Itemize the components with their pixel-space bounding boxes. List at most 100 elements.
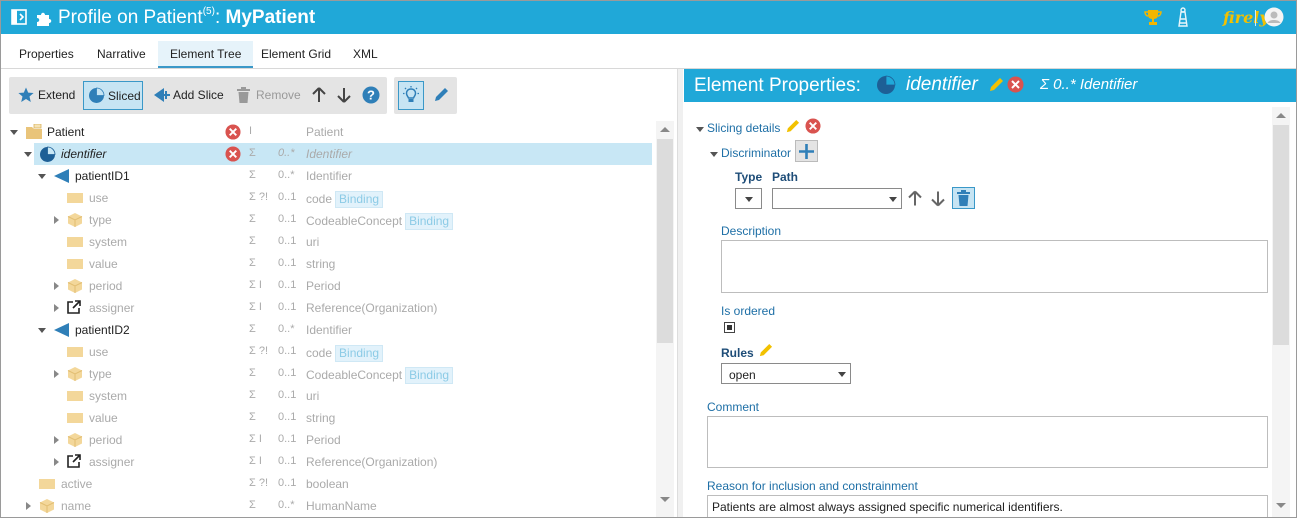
pencil-icon[interactable] (758, 343, 773, 358)
binding-badge[interactable]: Binding (335, 191, 384, 208)
tree-row-cardinality: 0..1 (278, 433, 297, 445)
pane-splitter[interactable] (677, 69, 683, 517)
add-discriminator-button[interactable] (795, 140, 818, 162)
tree-row[interactable]: patientID1 Σ 0..* Identifier (1, 165, 653, 187)
tree-row[interactable]: patientID2 Σ 0..* Identifier (1, 319, 653, 341)
scroll-up-icon[interactable] (660, 127, 670, 132)
extend-button[interactable]: Extend (15, 81, 81, 110)
hints-toggle-button[interactable] (398, 81, 424, 110)
tab-element-grid[interactable]: Element Grid (249, 41, 343, 68)
discriminator-path-select[interactable] (772, 188, 902, 209)
reason-field[interactable]: Patients are almost always assigned spec… (707, 495, 1268, 517)
description-label: Description (721, 224, 782, 238)
user-avatar-icon[interactable] (1264, 7, 1284, 30)
tab-narrative[interactable]: Narrative (85, 41, 158, 68)
tree-row-cardinality: 0..* (278, 169, 295, 181)
expand-arrow-closed-icon[interactable] (54, 216, 59, 224)
tree-row[interactable]: use Σ ?! 0..1 code Binding (1, 341, 653, 363)
add-slice-button[interactable]: Add Slice (151, 81, 226, 110)
tree-scrollbar[interactable] (656, 121, 674, 517)
properties-scrollbar[interactable] (1272, 107, 1290, 517)
collapse-discriminator-icon[interactable] (710, 152, 718, 157)
expand-arrow-closed-icon[interactable] (54, 370, 59, 378)
tree-row-flags: Σ I (249, 433, 262, 445)
tree-row[interactable]: type Σ 0..1 CodeableConcept Binding (1, 363, 653, 385)
remove-slicing-icon[interactable] (805, 118, 821, 134)
ref-icon (67, 300, 81, 317)
sliced-button[interactable]: Sliced (83, 81, 143, 110)
expand-arrow-open-icon[interactable] (38, 328, 46, 333)
tree-row[interactable]: use Σ ?! 0..1 code Binding (1, 187, 653, 209)
tree-row-name: value (89, 411, 118, 425)
tree-row-name: type (89, 213, 112, 227)
scroll-down-icon[interactable] (660, 497, 670, 502)
tree-row[interactable]: identifier Σ 0..* Identifier (24, 143, 652, 165)
tab-xml[interactable]: XML (341, 41, 390, 68)
edit-mode-button[interactable] (430, 81, 452, 110)
expand-arrow-closed-icon[interactable] (54, 304, 59, 312)
panel-toggle-icon[interactable] (11, 9, 27, 28)
description-field[interactable] (721, 240, 1268, 293)
tree-row[interactable]: assigner Σ I 0..1 Reference(Organization) (1, 451, 653, 473)
delete-discriminator-button[interactable] (952, 187, 975, 209)
tree-row[interactable]: value Σ 0..1 string (1, 407, 653, 429)
remove-icon[interactable] (1007, 76, 1024, 93)
tree-row[interactable]: system Σ 0..1 uri (1, 385, 653, 407)
move-up-button[interactable] (311, 81, 327, 110)
move-up-icon[interactable] (908, 190, 922, 207)
tree-row[interactable]: name Σ 0..* HumanName (1, 495, 653, 517)
tower-icon[interactable] (1174, 7, 1192, 30)
tree-row-cardinality: 0..1 (278, 477, 297, 489)
discriminator-type-select[interactable] (735, 188, 762, 209)
comment-field[interactable] (707, 416, 1268, 468)
tree-row[interactable]: system Σ 0..1 uri (1, 231, 653, 253)
tree-row[interactable]: Patient I Patient (1, 121, 653, 143)
expand-arrow-closed-icon[interactable] (26, 502, 31, 510)
scroll-up-icon[interactable] (1276, 113, 1286, 118)
move-down-icon[interactable] (931, 190, 945, 207)
rules-select[interactable]: open (721, 363, 851, 384)
prim-icon (67, 190, 83, 206)
tree-row-flags: Σ (249, 169, 256, 181)
properties-title: Element Properties: (694, 75, 861, 96)
trash-icon (957, 190, 970, 206)
expand-arrow-closed-icon[interactable] (54, 458, 59, 466)
tree-row[interactable]: type Σ 0..1 CodeableConcept Binding (1, 209, 653, 231)
tree-row[interactable]: active Σ ?! 0..1 boolean (1, 473, 653, 495)
tab-element-tree[interactable]: Element Tree (158, 41, 254, 68)
expand-arrow-open-icon[interactable] (24, 152, 32, 157)
tree-row[interactable]: period Σ I 0..1 Period (1, 429, 653, 451)
expand-arrow-open-icon[interactable] (38, 174, 46, 179)
pencil-icon[interactable] (988, 77, 1004, 93)
tree-row-type: HumanName (306, 499, 377, 513)
binding-badge[interactable]: Binding (335, 345, 384, 362)
trophy-icon[interactable] (1144, 8, 1162, 29)
tree-row-type: CodeableConcept Binding (306, 213, 454, 230)
binding-badge[interactable]: Binding (405, 213, 454, 230)
tree-row[interactable]: value Σ 0..1 string (1, 253, 653, 275)
tree-row-type: Reference(Organization) (306, 455, 438, 469)
pencil-icon[interactable] (785, 119, 800, 134)
is-ordered-checkbox[interactable] (724, 322, 735, 333)
expand-arrow-open-icon[interactable] (10, 130, 18, 135)
lightbulb-icon (403, 86, 419, 102)
tree-row-cardinality: 0..1 (278, 367, 297, 379)
collapse-slicing-icon[interactable] (696, 127, 704, 132)
expand-arrow-closed-icon[interactable] (54, 436, 59, 444)
cube-icon (67, 278, 83, 297)
remove-button[interactable]: Remove (235, 81, 301, 110)
properties-scroll-thumb[interactable] (1273, 125, 1289, 345)
move-down-button[interactable] (336, 81, 352, 110)
scroll-down-icon[interactable] (1276, 503, 1286, 508)
help-button[interactable]: ? (362, 81, 380, 110)
comment-label: Comment (707, 400, 760, 414)
tree-scroll-thumb[interactable] (657, 139, 673, 343)
prim-icon (67, 344, 83, 360)
ref-icon (67, 454, 81, 471)
binding-badge[interactable]: Binding (405, 367, 454, 384)
tree-row[interactable]: period Σ I 0..1 Period (1, 275, 653, 297)
tree-row[interactable]: assigner Σ I 0..1 Reference(Organization) (1, 297, 653, 319)
tree-row-type: Patient (306, 125, 344, 139)
expand-arrow-closed-icon[interactable] (54, 282, 59, 290)
tab-properties[interactable]: Properties (7, 41, 86, 68)
